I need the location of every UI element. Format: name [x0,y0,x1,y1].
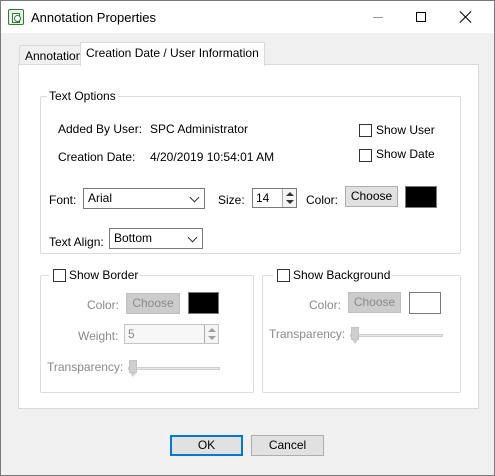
border-weight-label: Weight: [78,329,119,343]
minimize-icon [373,17,383,18]
border-weight-stepper[interactable]: 5 [124,324,219,344]
added-by-user-value: SPC Administrator [150,122,249,136]
size-label: Size: [218,193,245,207]
tab-panel: Text Options Added By User: SPC Administ… [18,64,479,409]
size-stepper[interactable]: 14 [252,188,297,208]
tab-creation-date-user-information[interactable]: Creation Date / User Information [80,42,265,66]
show-user-checkbox[interactable] [359,124,372,137]
chevron-down-icon [187,232,198,243]
show-user-label[interactable]: Show User [376,123,435,137]
font-label: Font: [49,193,77,207]
tab-annotation[interactable]: Annotation [19,45,89,64]
border-transparency-slider-thumb[interactable] [129,360,137,377]
font-select[interactable]: Arial [83,188,205,209]
app-icon [8,9,24,25]
stepper-up-icon[interactable] [208,328,216,332]
background-group-label[interactable]: Show Background [273,268,393,282]
border-group: Show Border Color: Choose Weight: 5 Tran… [40,268,254,393]
background-group: Show Background Color: Choose Transparen… [262,268,461,393]
size-stepper-buttons[interactable] [282,189,296,207]
stepper-down-icon[interactable] [208,336,216,340]
text-align-label: Text Align: [49,235,104,249]
maximize-button[interactable] [399,1,445,33]
creation-date-value: 4/20/2019 10:54:01 AM [150,150,275,164]
text-options-group: Text Options Added By User: SPC Administ… [40,89,461,254]
text-options-group-label: Text Options [47,89,118,103]
ok-button[interactable]: OK [170,435,243,456]
border-color-label: Color: [87,298,120,312]
added-by-user-label: Added By User: [58,122,143,136]
cancel-button[interactable]: Cancel [251,435,324,456]
close-button[interactable] [443,1,489,33]
background-color-label: Color: [309,298,342,312]
text-color-swatch[interactable] [405,186,437,208]
size-value: 14 [256,191,270,205]
background-transparency-track[interactable] [350,334,443,337]
background-color-swatch[interactable] [409,292,441,314]
border-color-swatch[interactable] [188,292,219,314]
text-color-choose-button[interactable]: Choose [345,186,398,207]
stepper-down-icon[interactable] [286,200,294,204]
background-transparency-label: Transparency: [269,327,346,341]
close-icon [459,10,473,24]
maximize-icon [416,12,426,22]
creation-date-label: Creation Date: [58,150,136,164]
background-transparency-slider-thumb[interactable] [351,327,359,344]
dialog-window: Annotation Properties Annotation Creatio… [0,0,495,476]
text-align-select[interactable]: Bottom [109,228,203,249]
border-weight-value: 5 [128,327,135,341]
show-date-label[interactable]: Show Date [376,147,435,161]
show-date-checkbox[interactable] [359,149,372,162]
stepper-up-icon[interactable] [286,192,294,196]
border-transparency-track[interactable] [128,367,220,370]
background-color-choose-button[interactable]: Choose [348,292,401,313]
minimize-button[interactable] [355,1,401,33]
window-title: Annotation Properties [31,10,157,25]
chevron-down-icon [189,192,200,203]
text-color-label: Color: [306,193,339,207]
text-align-value: Bottom [114,231,153,245]
show-border-checkbox[interactable] [53,269,66,282]
border-weight-stepper-buttons[interactable] [204,325,218,343]
font-select-value: Arial [88,191,113,205]
border-color-choose-button[interactable]: Choose [126,293,180,314]
border-transparency-label: Transparency: [47,360,124,374]
show-background-checkbox[interactable] [277,269,290,282]
title-bar: Annotation Properties [1,1,494,33]
